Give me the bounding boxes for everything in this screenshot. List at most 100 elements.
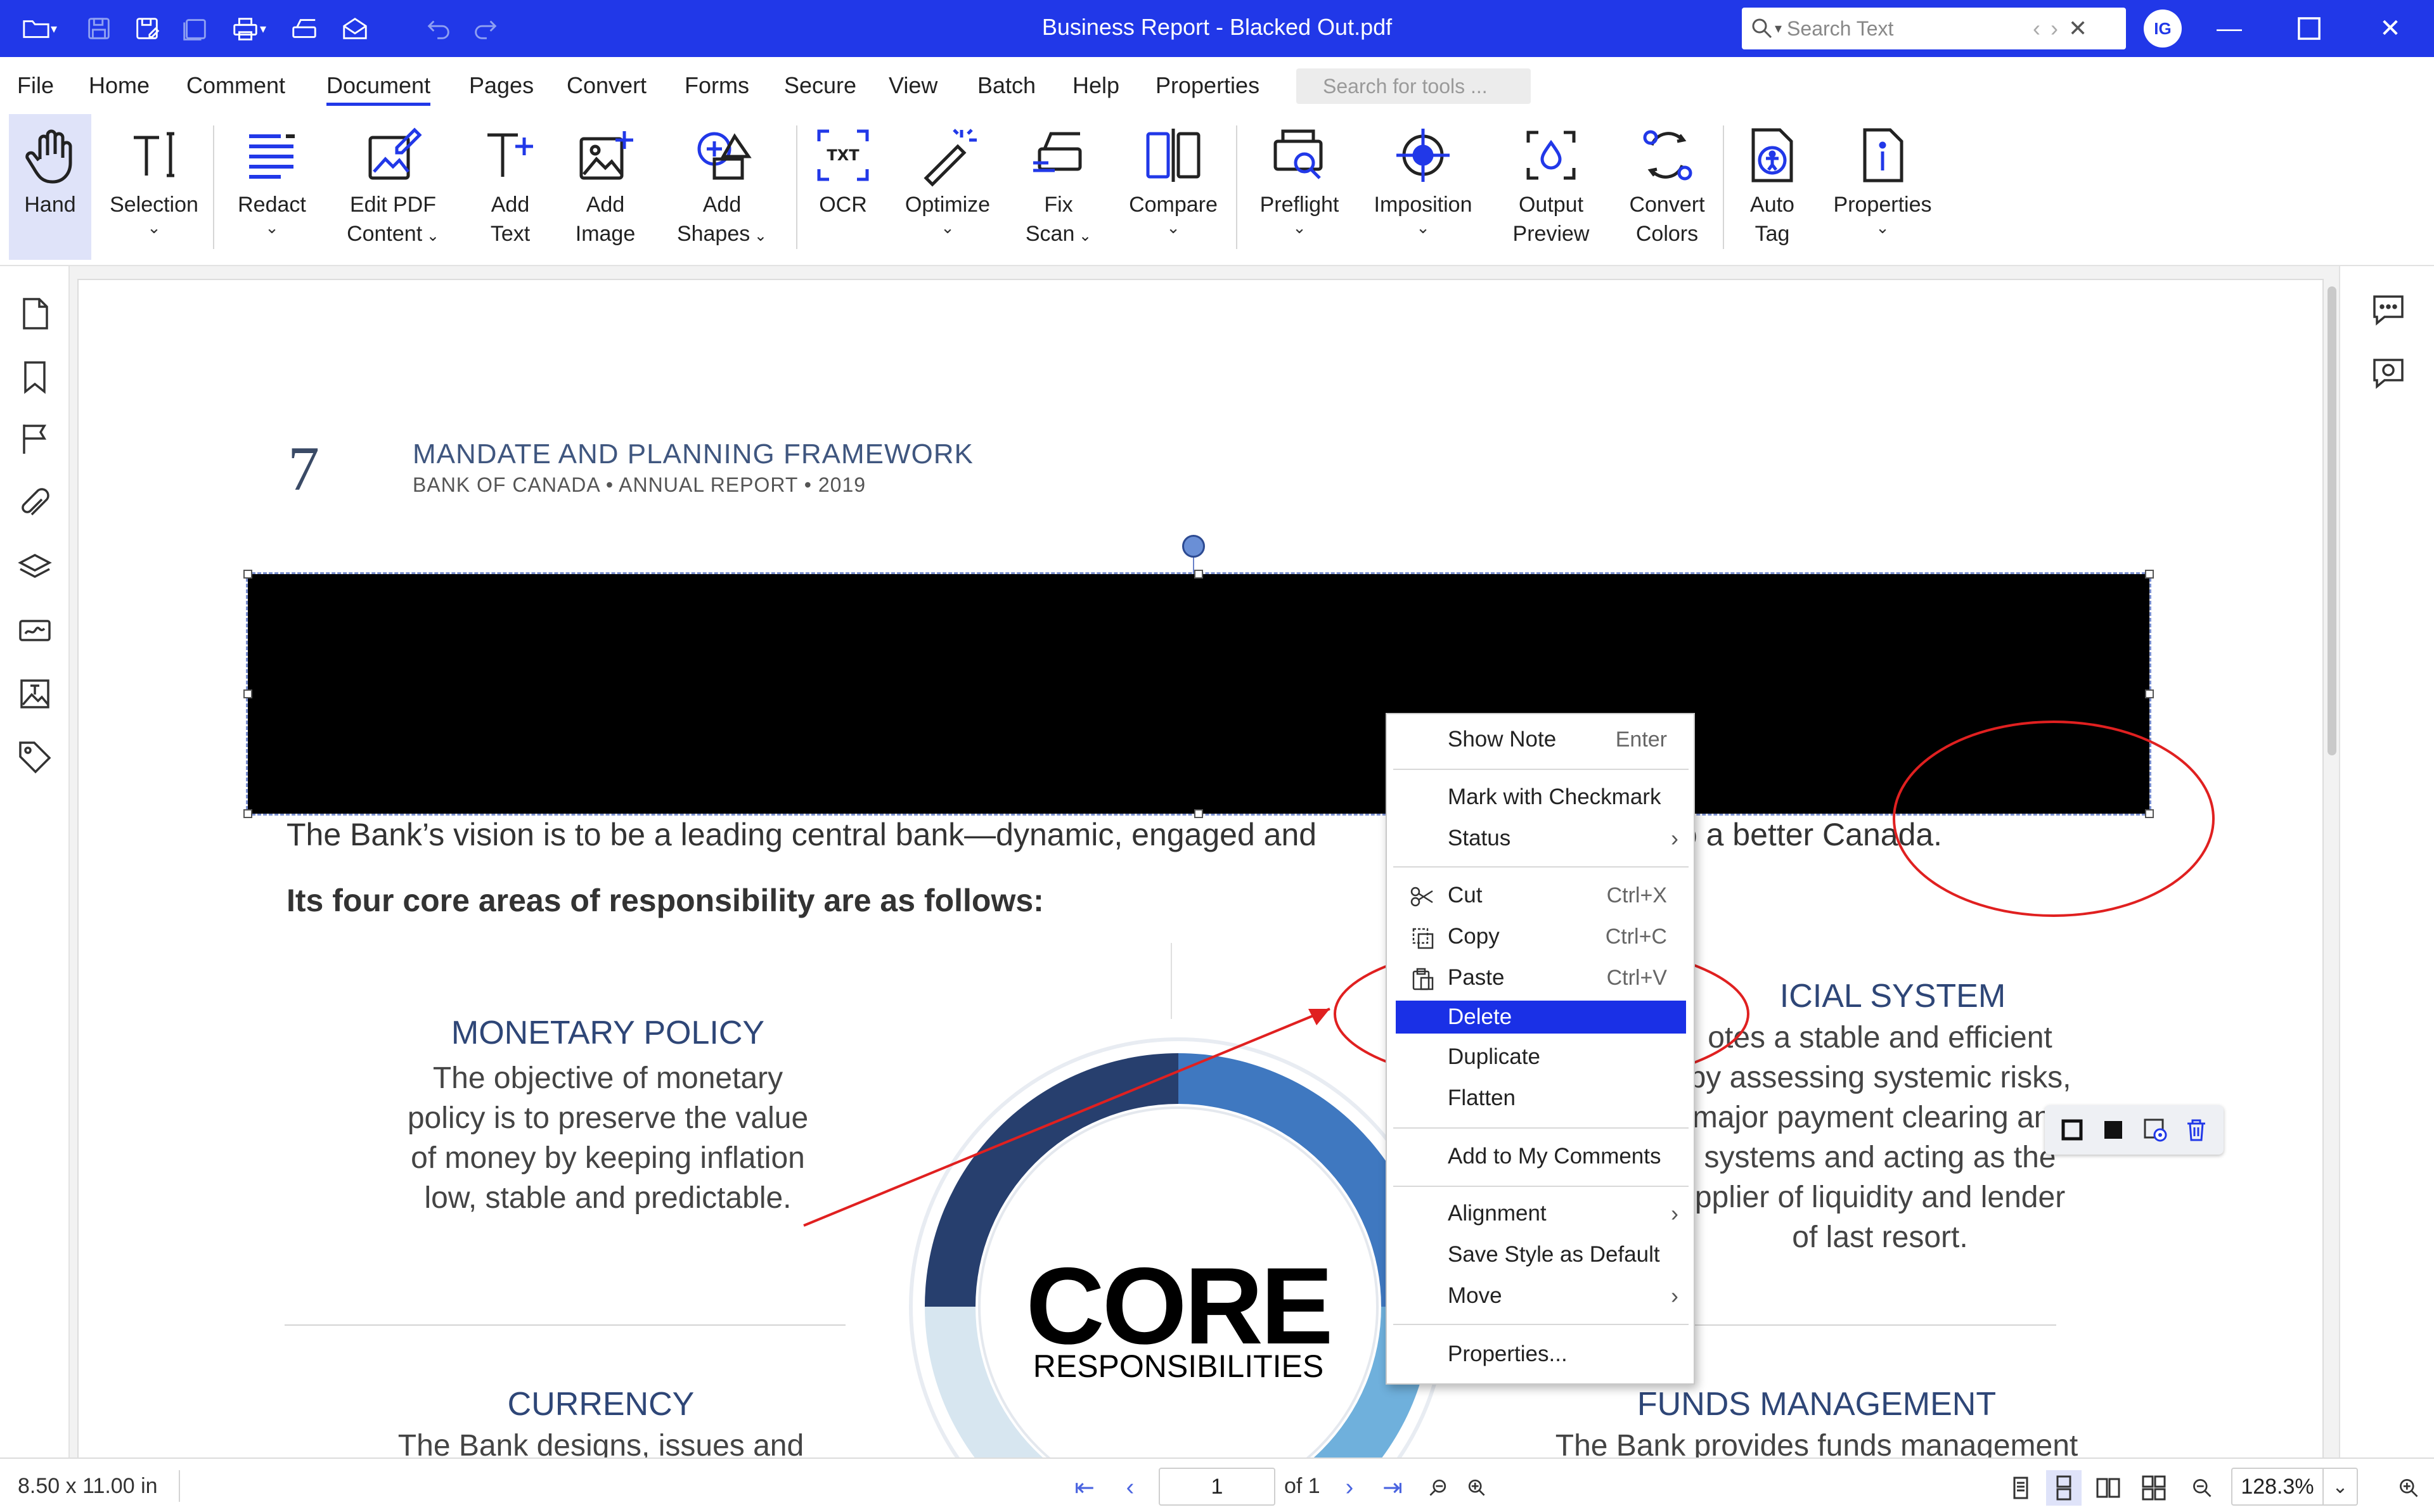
outline-square-icon[interactable] bbox=[2058, 1116, 2086, 1144]
attachment-icon[interactable] bbox=[16, 485, 53, 522]
single-page-view-icon[interactable] bbox=[2003, 1470, 2038, 1506]
menu-file[interactable]: File bbox=[17, 72, 54, 99]
menu-properties[interactable]: Properties bbox=[1156, 72, 1259, 99]
add-shapes-button[interactable]: Add Shapes ⌄ bbox=[668, 114, 776, 260]
two-page-continuous-view-icon[interactable] bbox=[2136, 1470, 2172, 1506]
clear-search-icon[interactable]: ✕ bbox=[2068, 15, 2087, 42]
first-page-icon[interactable]: ⇤ bbox=[1069, 1471, 1100, 1503]
redaction-box[interactable] bbox=[246, 572, 2151, 816]
menu-item-delete[interactable]: Delete bbox=[1396, 1001, 1686, 1034]
properties-gear-icon[interactable] bbox=[2141, 1116, 2169, 1144]
maximize-icon[interactable] bbox=[2281, 6, 2338, 51]
resize-handle[interactable] bbox=[1194, 570, 1203, 579]
menu-item-mark-checkmark[interactable]: Mark with Checkmark bbox=[1396, 778, 1686, 816]
tag-icon[interactable] bbox=[16, 739, 53, 776]
auto-tag-button[interactable]: Auto Tag bbox=[1734, 114, 1810, 260]
save-all-icon[interactable] bbox=[177, 13, 213, 44]
add-text-button[interactable]: Add Text bbox=[469, 114, 551, 260]
search-tools-input[interactable]: Search for tools ... bbox=[1296, 68, 1531, 104]
rotation-handle[interactable] bbox=[1182, 535, 1205, 558]
resize-handle[interactable] bbox=[243, 809, 252, 818]
menu-item-show-note[interactable]: Show Note Enter bbox=[1396, 721, 1686, 759]
properties-button[interactable]: Properties ⌄ bbox=[1826, 114, 1940, 260]
menu-view[interactable]: View bbox=[889, 72, 937, 99]
menu-pages[interactable]: Pages bbox=[469, 72, 534, 99]
zoom-out-icon[interactable] bbox=[2184, 1470, 2220, 1506]
resize-handle[interactable] bbox=[243, 570, 252, 579]
search-options-chevron-icon[interactable]: ▾ bbox=[1775, 20, 1782, 37]
add-image-button[interactable]: Add Image bbox=[564, 114, 647, 260]
trash-icon[interactable] bbox=[2182, 1116, 2210, 1144]
menu-item-cut[interactable]: Cut Ctrl+X bbox=[1396, 876, 1686, 914]
menu-batch[interactable]: Batch bbox=[977, 72, 1036, 99]
previous-view-icon[interactable] bbox=[1422, 1471, 1454, 1503]
vertical-scrollbar[interactable] bbox=[2325, 279, 2339, 1458]
continuous-view-icon[interactable] bbox=[2046, 1470, 2082, 1506]
fill-square-icon[interactable] bbox=[2099, 1116, 2127, 1144]
email-icon[interactable] bbox=[337, 13, 373, 44]
next-page-icon[interactable]: › bbox=[1334, 1471, 1365, 1503]
menu-item-alignment[interactable]: Alignment › bbox=[1396, 1195, 1686, 1233]
menu-item-paste[interactable]: Paste Ctrl+V bbox=[1396, 959, 1686, 997]
convert-colors-button[interactable]: Convert Colors bbox=[1619, 114, 1715, 260]
menu-comment[interactable]: Comment bbox=[186, 72, 285, 99]
menu-item-add-comments[interactable]: Add to My Comments bbox=[1396, 1137, 1686, 1176]
menu-item-move[interactable]: Move › bbox=[1396, 1277, 1686, 1315]
preflight-button[interactable]: Preflight ⌄ bbox=[1252, 114, 1347, 260]
menu-help[interactable]: Help bbox=[1072, 72, 1119, 99]
previous-page-icon[interactable]: ‹ bbox=[1114, 1471, 1146, 1503]
scan-icon[interactable] bbox=[287, 13, 322, 44]
edit-pdf-content-button[interactable]: Edit PDF Content ⌄ bbox=[342, 114, 444, 260]
menu-secure[interactable]: Secure bbox=[784, 72, 856, 99]
menu-forms[interactable]: Forms bbox=[685, 72, 749, 99]
minimize-icon[interactable]: — bbox=[2201, 6, 2258, 51]
two-page-view-icon[interactable] bbox=[2090, 1470, 2126, 1506]
close-window-icon[interactable]: ✕ bbox=[2362, 6, 2419, 51]
menu-home[interactable]: Home bbox=[89, 72, 150, 99]
menu-document[interactable]: Document bbox=[326, 72, 431, 106]
resize-handle[interactable] bbox=[2145, 570, 2154, 579]
previous-result-icon[interactable]: ‹ bbox=[2033, 15, 2040, 42]
menu-convert[interactable]: Convert bbox=[567, 72, 647, 99]
menu-item-duplicate[interactable]: Duplicate bbox=[1396, 1038, 1686, 1076]
optimize-button[interactable]: Optimize ⌄ bbox=[900, 114, 995, 260]
menu-item-status[interactable]: Status › bbox=[1396, 819, 1686, 857]
zoom-select[interactable]: 128.3% ⌄ bbox=[2231, 1468, 2358, 1506]
undo-icon[interactable] bbox=[421, 13, 456, 44]
chevron-down-icon[interactable]: ⌄ bbox=[2322, 1469, 2357, 1504]
bookmark-icon[interactable] bbox=[16, 359, 53, 395]
layers-icon[interactable] bbox=[16, 549, 53, 586]
hand-tool-button[interactable]: Hand bbox=[9, 114, 91, 260]
next-view-icon[interactable] bbox=[1460, 1471, 1492, 1503]
save-icon[interactable] bbox=[81, 13, 117, 44]
imposition-button[interactable]: Imposition ⌄ bbox=[1363, 114, 1483, 260]
menu-item-copy[interactable]: Copy Ctrl+C bbox=[1396, 918, 1686, 956]
page-number-input[interactable] bbox=[1159, 1468, 1275, 1506]
redact-button[interactable]: Redact ⌄ bbox=[231, 114, 313, 260]
selection-tool-button[interactable]: Selection ⌄ bbox=[110, 114, 198, 260]
print-icon[interactable]: ▾ bbox=[223, 13, 274, 44]
fix-scan-button[interactable]: Fix Scan ⌄ bbox=[1014, 114, 1103, 260]
open-folder-icon[interactable]: ▾ bbox=[14, 13, 65, 44]
next-result-icon[interactable]: › bbox=[2051, 15, 2058, 42]
resize-handle[interactable] bbox=[2145, 689, 2154, 698]
compare-button[interactable]: Compare ⌄ bbox=[1126, 114, 1221, 260]
ai-assistant-icon[interactable] bbox=[2369, 354, 2407, 392]
menu-item-save-style[interactable]: Save Style as Default bbox=[1396, 1236, 1686, 1274]
signature-icon[interactable] bbox=[16, 612, 53, 649]
save-as-icon[interactable] bbox=[129, 13, 165, 44]
avatar[interactable]: IG bbox=[2144, 10, 2182, 48]
comments-panel-icon[interactable] bbox=[2369, 290, 2407, 328]
zoom-in-icon[interactable] bbox=[2391, 1470, 2426, 1506]
last-page-icon[interactable]: ⇥ bbox=[1377, 1471, 1408, 1503]
search-input[interactable] bbox=[1787, 16, 2028, 41]
resize-handle[interactable] bbox=[243, 689, 252, 698]
redo-icon[interactable] bbox=[468, 13, 503, 44]
menu-item-properties[interactable]: Properties... bbox=[1396, 1335, 1686, 1373]
flag-icon[interactable] bbox=[16, 421, 53, 458]
menu-item-flatten[interactable]: Flatten bbox=[1396, 1079, 1686, 1117]
output-preview-button[interactable]: Output Preview bbox=[1504, 114, 1599, 260]
scrollbar-thumb[interactable] bbox=[2328, 286, 2336, 755]
image-panel-icon[interactable] bbox=[16, 676, 53, 712]
resize-handle[interactable] bbox=[2145, 809, 2154, 818]
